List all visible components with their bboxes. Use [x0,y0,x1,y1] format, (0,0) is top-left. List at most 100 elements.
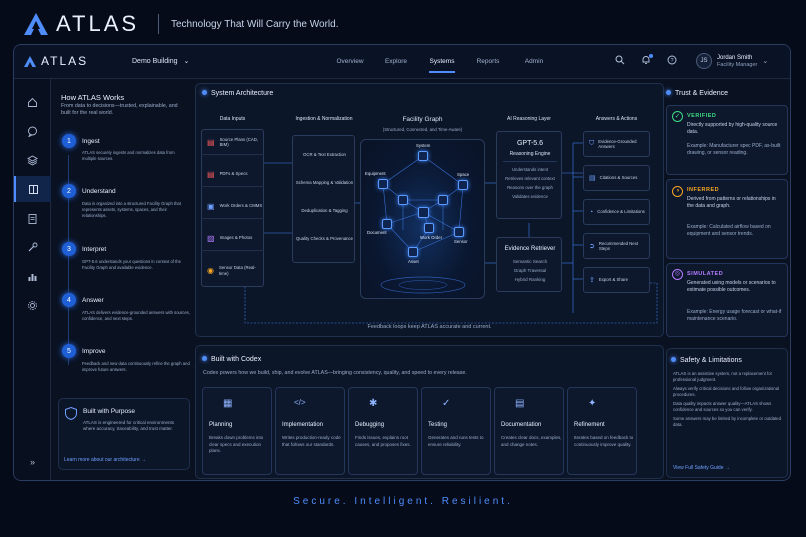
step-4-title: Answer [82,297,104,304]
document-icon: ▤ [515,398,525,409]
avatar: JS [696,53,712,69]
sidebar: » [14,79,51,480]
nav-admin[interactable]: Admin [511,58,557,65]
step-3-desc: GPT-5.6 understands your questions in co… [82,259,181,270]
top-brand: ATLAS [24,11,139,36]
app-window: ATLAS Demo Building ⌄ Overview Explore S… [13,44,791,481]
layers-icon[interactable] [14,147,51,173]
workspace-selector[interactable]: Demo Building ⌄ [132,57,190,66]
nav-links: Overview Explore Systems Reports Admin [327,58,557,73]
codex-card-desc: Creates clear docs, examples, and change… [501,435,562,447]
codex-card-documentation: ▤ Documentation Creates clear docs, exampl… [494,387,564,475]
inferred-icon: ◑ [672,186,683,197]
trust-title: Trust & Evidence [666,90,728,97]
trust-card-simulated: ◎ SIMULATED Generated using models or sc… [666,263,788,337]
verified-body: Directly supported by high-quality sourc… [687,122,778,135]
safety-item: Data quality impacts answer quality—ATLA… [673,401,772,412]
step-2-desc: Data is organized into a structured Faci… [82,201,181,218]
safety-title: Safety & Limitations [671,357,742,364]
codex-card-desc: Iterates based on feedback to continuous… [574,435,634,447]
codex-title: Built with Codex [202,356,261,363]
codex-card-desc: Generates and runs tests to ensure relia… [428,435,484,447]
bar-chart-icon[interactable] [14,263,51,289]
clipboard-icon[interactable] [14,205,51,231]
step-3-title: Interpret [82,246,107,253]
inferred-body: Derived from patterns or relationships i… [687,196,776,209]
step-1-desc: ATLAS securely ingests and normalizes da… [82,150,175,161]
expand-sidebar-icon[interactable]: » [14,449,51,475]
calendar-icon: ▦ [223,398,233,409]
search-icon[interactable] [614,55,626,67]
section-dot-icon [666,90,671,95]
user-menu[interactable]: JS Jordan Smith Facility Manager ⌄ [696,53,768,69]
codex-card-desc: Breaks down problems into clear specs an… [209,435,264,453]
codex-card-title: Implementation [282,422,324,428]
architecture-link[interactable]: Learn more about our architecture → [64,457,146,463]
codex-card-title: Planning [209,422,233,428]
verified-example: Example: Manufacturer spec PDF, as-built… [687,143,781,156]
nav-overview[interactable]: Overview [327,58,373,65]
notification-badge [649,54,653,58]
user-name: Jordan Smith [717,54,753,61]
atlas-logo-icon [24,13,48,35]
wrench-icon[interactable] [14,234,51,260]
safety-list: ATLAS is an assistive system, not a repl… [673,371,783,431]
purpose-desc: ATLAS is engineered for critical environ… [83,420,174,431]
how-title: How ATLAS Works [61,93,125,102]
step-5-desc: Feedback and new data continuously refin… [82,361,190,372]
nav-logo-text: ATLAS [41,54,89,68]
nav-systems[interactable]: Systems [419,58,465,73]
gear-icon[interactable] [14,292,51,318]
step-5-title: Improve [82,348,106,355]
atlas-logo-icon [24,55,36,67]
chat-icon[interactable] [14,118,51,144]
codex-subtitle: Codex powers how we build, ship, and evo… [203,370,467,376]
workspace-name: Demo Building [132,57,178,65]
brand-divider [158,14,159,34]
section-dot-icon [202,356,207,361]
step-2-number: 2 [62,184,76,198]
home-icon[interactable] [14,89,51,115]
brand-tagline: Technology That Will Carry the World. [171,19,339,30]
how-subtitle: From data to decisions—trusted, explaina… [61,103,178,116]
step-4-desc: ATLAS delivers evidence-grounded answers… [82,310,190,321]
purpose-title: Built with Purpose [83,408,136,415]
trust-card-verified: ✓ VERIFIED Directly supported by high-qu… [666,105,788,175]
architecture-connectors [244,142,658,324]
codex-card-planning: ▦ Planning Breaks down problems into clear… [202,387,272,475]
shield-icon [65,407,77,420]
chevron-down-icon: ⌄ [183,58,190,65]
trust-card-inferred: ◑ INFERRED Derived from patterns or rela… [666,179,788,259]
codex-card-title: Testing [428,422,448,428]
book-icon[interactable] [14,176,51,202]
simulated-body: Generated using models or scenarios to e… [687,280,776,293]
help-icon[interactable]: ? [666,55,678,67]
safety-title-text: Safety & Limitations [680,357,742,364]
codex-card-desc: Finds issues, explains root causes, and … [355,435,411,447]
simulation-icon: ◎ [672,269,683,280]
step-2-title: Understand [82,188,116,195]
section-dot-icon [671,357,676,362]
bell-icon[interactable] [640,54,653,67]
codex-card-debugging: ✱ Debugging Finds issues, explains root ca… [348,387,418,475]
safety-item: Some answers may be limited by incomplet… [673,416,781,427]
purpose-card: Built with Purpose ATLAS is engineered f… [58,398,190,470]
inferred-tag: INFERRED [687,187,720,193]
codex-title-text: Built with Codex [211,356,262,363]
step-5-number: 5 [62,344,76,358]
nav-logo[interactable]: ATLAS [24,54,88,68]
trust-title-text: Trust & Evidence [675,90,729,97]
codex-card-title: Debugging [355,422,385,428]
safety-item: Always verify critical decisions and fol… [673,386,780,397]
top-nav: ATLAS Demo Building ⌄ Overview Explore S… [14,45,790,79]
nav-reports[interactable]: Reports [465,58,511,65]
safety-item: ATLAS is an assistive system, not a repl… [673,371,773,382]
codex-card-title: Documentation [501,422,542,428]
step-4-number: 4 [62,293,76,307]
top-icons: ? [614,54,678,67]
footer-tagline: Secure. Intelligent. Resilient. [293,496,513,507]
safety-guide-link[interactable]: View Full Safety Guide → [673,465,730,471]
nav-explore[interactable]: Explore [373,58,419,65]
check-icon: ✓ [672,111,683,122]
codex-card-refinement: ✦ Refinement Iterates based on feedback to… [567,387,637,475]
